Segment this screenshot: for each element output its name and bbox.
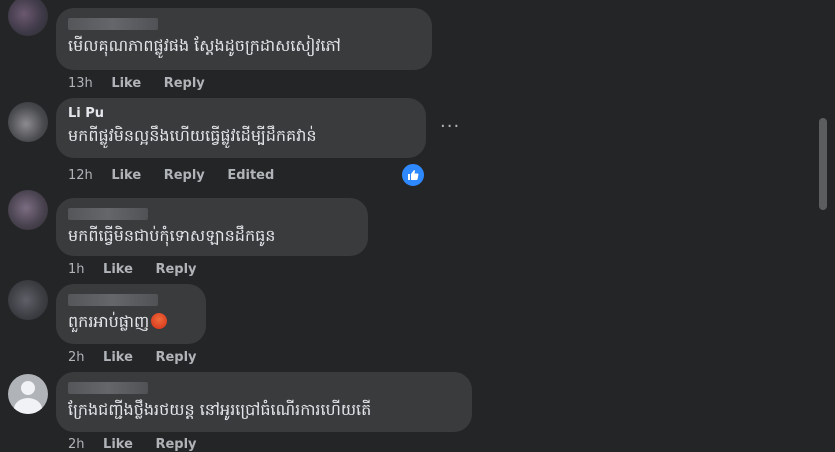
reply-button[interactable]: Reply [164,76,205,91]
comment-actions: 1h Like Reply [68,262,215,277]
like-button[interactable]: Like [111,76,141,91]
comment-time[interactable]: 13h [68,76,93,91]
like-button[interactable]: Like [103,350,133,365]
comment-text: មកពីធ្វើមិនជាប់កុំទោសឡានដឹកធូន [68,226,276,245]
edited-label: Edited [227,168,275,183]
comment-bubble: Li Pu មកពីផ្លូវមិនល្អនឹងហើយធ្វើផ្លូវដើម្… [56,98,426,158]
comment-actions: 12h Like Reply Edited [68,168,292,183]
comment-text-content: ពួករអាប់ផ្លាញ [68,312,150,331]
comment-time[interactable]: 1h [68,262,85,277]
blurred-author-name[interactable] [68,18,158,30]
like-button[interactable]: Like [103,437,133,452]
comment-text: ពួករអាប់ផ្លាញ [68,310,194,334]
reply-button[interactable]: Reply [155,262,196,277]
blurred-author-name[interactable] [68,208,148,220]
blurred-author-name[interactable] [68,382,148,394]
reply-button[interactable]: Reply [155,350,196,365]
like-button[interactable]: Like [111,168,141,183]
commenter-avatar[interactable] [8,190,48,230]
comment-author[interactable]: Li Pu [68,106,414,122]
like-button[interactable]: Like [103,262,133,277]
commenter-avatar[interactable] [8,102,48,142]
comment-bubble: មកពីធ្វើមិនជាប់កុំទោសឡានដឹកធូន [56,198,368,256]
scrollbar-thumb[interactable] [819,118,827,210]
comment-bubble: មើលគុណភាពផ្លូវផង ស្តែងដូចក្រដាសសៀវភៅ [56,8,432,70]
comment-bubble: ក្រែងជញ្ជីងថ្លឹងរថយន្ត នៅអូរប្រៅធំណើរការ… [56,372,472,432]
comment-actions: 13h Like Reply [68,76,223,91]
blurred-author-name[interactable] [68,294,158,306]
reply-button[interactable]: Reply [155,437,196,452]
reply-button[interactable]: Reply [164,168,205,183]
comment-text: មកពីផ្លូវមិនល្អនឹងហើយធ្វើផ្លូវដើម្បីដឹកគ… [68,126,317,145]
comment-bubble: ពួករអាប់ផ្លាញ [56,284,206,344]
thumbs-up-icon [400,162,426,188]
angry-face-emoji [151,313,168,329]
comment-text: ក្រែងជញ្ជីងថ្លឹងរថយន្ត នៅអូរប្រៅធំណើរការ… [68,400,372,419]
comment-text: មើលគុណភាពផ្លូវផង ស្តែងដូចក្រដាសសៀវភៅ [68,36,341,55]
comment-actions: 2h Like Reply [68,350,215,365]
comment-time[interactable]: 2h [68,350,85,365]
comment-actions: 2h Like Reply [68,437,215,452]
commenter-avatar[interactable] [8,280,48,320]
comment-time[interactable]: 2h [68,437,85,452]
comment-time[interactable]: 12h [68,168,93,183]
commenter-avatar[interactable] [8,0,48,36]
more-options-icon[interactable]: ··· [440,116,460,137]
default-avatar-icon[interactable] [8,374,48,414]
